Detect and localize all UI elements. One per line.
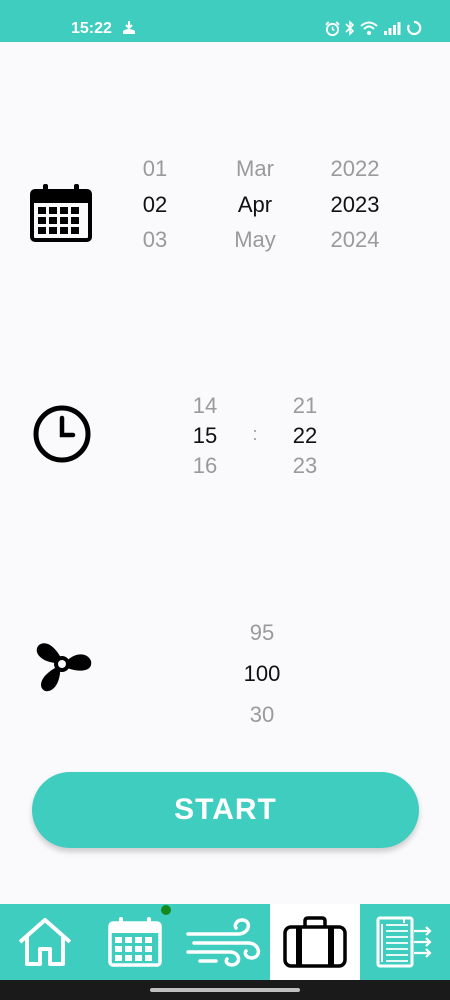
notification-icon	[123, 21, 135, 34]
alarm-icon	[325, 20, 340, 36]
fan-next[interactable]: 30	[222, 702, 302, 728]
radiator-icon	[376, 916, 432, 968]
minute-next[interactable]: 23	[265, 453, 345, 479]
bottom-nav	[0, 904, 450, 980]
day-next[interactable]: 03	[115, 227, 195, 253]
nav-travel[interactable]	[270, 904, 360, 980]
calendar-icon	[30, 184, 92, 242]
status-bar: 15:22	[0, 0, 450, 42]
day-prev[interactable]: 01	[115, 156, 195, 182]
day-selected[interactable]: 02	[115, 192, 195, 218]
nav-schedule[interactable]	[90, 904, 180, 980]
home-icon	[18, 918, 72, 966]
suitcase-icon	[283, 916, 347, 968]
month-prev[interactable]: Mar	[215, 156, 295, 182]
clock-icon	[33, 405, 91, 463]
start-button[interactable]: START	[32, 772, 419, 848]
hour-prev[interactable]: 14	[165, 393, 245, 419]
nav-air[interactable]	[180, 904, 270, 980]
month-selected[interactable]: Apr	[215, 192, 295, 218]
minute-prev[interactable]: 21	[265, 393, 345, 419]
year-next[interactable]: 2024	[315, 227, 395, 253]
calendar-icon	[108, 917, 162, 967]
nav-heater[interactable]	[360, 904, 450, 980]
year-selected[interactable]: 2023	[315, 192, 395, 218]
schedule-badge	[161, 905, 171, 915]
nav-home[interactable]	[0, 904, 90, 980]
battery-icon	[407, 20, 422, 36]
fan-icon	[36, 643, 92, 692]
year-prev[interactable]: 2022	[315, 156, 395, 182]
wind-icon	[186, 918, 261, 967]
status-time: 15:22	[71, 20, 112, 37]
minute-selected[interactable]: 22	[265, 423, 345, 449]
fan-prev[interactable]: 95	[222, 620, 302, 646]
signal-icon	[384, 22, 401, 35]
wifi-icon	[360, 21, 378, 35]
gesture-handle[interactable]	[150, 988, 300, 992]
status-icons	[325, 18, 422, 38]
bluetooth-icon	[345, 20, 355, 36]
fan-selected[interactable]: 100	[222, 661, 302, 687]
month-next[interactable]: May	[215, 227, 295, 253]
hour-next[interactable]: 16	[165, 453, 245, 479]
